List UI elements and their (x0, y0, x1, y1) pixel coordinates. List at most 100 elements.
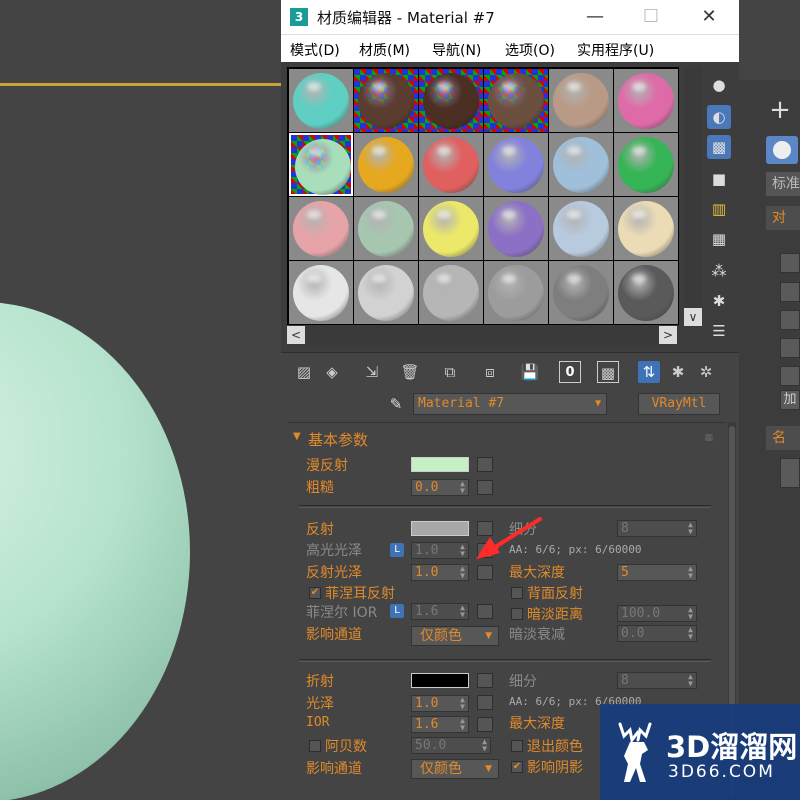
menu-navigation[interactable]: 导航(N) (432, 40, 481, 60)
fresnel-ior-spinner[interactable]: 1.6 ▲ ▼ (411, 603, 469, 620)
fresnel-ior-map-button[interactable] (477, 604, 493, 619)
sample-slot[interactable] (549, 261, 613, 324)
command-panel-button[interactable] (780, 253, 800, 273)
fresnel-ior-lock-button[interactable]: L (390, 604, 404, 618)
scroll-left-button[interactable]: < (287, 326, 305, 344)
slots-vertical-scrollbar[interactable]: ∨ (684, 67, 702, 327)
diffuse-color-swatch[interactable] (411, 457, 469, 472)
reflect-gloss-map-button[interactable] (477, 565, 493, 580)
eyedropper-icon[interactable]: ✎ (385, 393, 407, 415)
sample-slot[interactable] (419, 261, 483, 324)
sample-slot[interactable] (289, 197, 353, 260)
refract-color-swatch[interactable] (411, 673, 469, 688)
maximize-button[interactable]: ☐ (631, 4, 671, 30)
sample-slot[interactable] (354, 197, 418, 260)
hilight-gloss-spinner[interactable]: 1.0 ▲ ▼ (411, 542, 469, 559)
roughness-map-button[interactable] (477, 480, 493, 495)
sample-slot[interactable] (614, 197, 678, 260)
sample-slot[interactable] (484, 197, 548, 260)
sample-slot[interactable] (354, 69, 418, 132)
material-id-channel-icon[interactable]: 0 (559, 361, 581, 383)
scroll-right-button[interactable]: > (659, 326, 677, 344)
menu-options[interactable]: 选项(O) (505, 40, 555, 60)
dim-distance-checkbox[interactable] (511, 608, 523, 620)
material-name-field[interactable]: Material #7 ▼ (413, 393, 607, 415)
show-end-result-icon[interactable]: ⇅ (638, 361, 660, 383)
sample-uv-tiling-icon[interactable]: ■ (707, 167, 731, 191)
sample-slot[interactable] (419, 133, 483, 196)
affect-shadows-checkbox[interactable]: ✔ (511, 761, 523, 773)
sample-slot[interactable] (549, 133, 613, 196)
show-shaded-material-icon[interactable]: ▩ (597, 361, 619, 383)
sample-slot[interactable] (549, 69, 613, 132)
object-type-rollout[interactable]: 对 (766, 206, 800, 230)
make-copy-icon[interactable]: ⧉ (439, 361, 461, 383)
hilight-lock-button[interactable]: L (390, 543, 404, 557)
go-forward-to-sibling-icon[interactable]: ✲ (695, 361, 717, 383)
delete-icon[interactable]: 🗑 (399, 361, 421, 383)
backlight-icon[interactable]: ◐ (707, 105, 731, 129)
geometry-sphere-icon[interactable] (766, 136, 798, 164)
reflect-gloss-spinner[interactable]: 1.0 ▲ ▼ (411, 564, 469, 581)
material-map-navigator-icon[interactable]: ☰ (707, 319, 731, 343)
sample-slot[interactable] (289, 133, 353, 196)
video-color-check-icon[interactable]: ▥ (707, 197, 731, 221)
minimize-button[interactable]: — (575, 4, 615, 30)
refract-subdiv-spinner[interactable]: 8 ▲ ▼ (617, 672, 697, 689)
name-field[interactable] (780, 458, 800, 488)
sample-slot[interactable] (549, 197, 613, 260)
diffuse-map-button[interactable] (477, 457, 493, 472)
command-panel-button[interactable] (780, 310, 800, 330)
sample-slot[interactable] (419, 69, 483, 132)
get-material-icon[interactable]: ▨ (293, 361, 315, 383)
menu-material[interactable]: 材质(M) (359, 40, 410, 60)
sample-slot[interactable] (614, 133, 678, 196)
go-to-parent-icon[interactable]: ✱ (667, 361, 689, 383)
standard-primitives-dropdown[interactable]: 标准 (766, 172, 800, 196)
background-checker-icon[interactable]: ▩ (707, 135, 731, 159)
abbe-spinner[interactable]: 50.0 ▲ ▼ (411, 737, 491, 754)
sample-slot[interactable] (484, 261, 548, 324)
title-bar[interactable]: 3 材质编辑器 - Material #7 — ☐ ✕ (281, 0, 739, 34)
sample-type-sphere-icon[interactable]: ● (707, 73, 731, 97)
options-icon[interactable]: ⁂ (707, 259, 731, 283)
reflect-affect-dropdown[interactable]: 仅颜色 ▼ (411, 626, 499, 646)
put-to-library-icon[interactable]: 💾 (519, 361, 541, 383)
slots-horizontal-scrollbar[interactable]: < > (287, 325, 679, 345)
scroll-down-button[interactable]: ∨ (684, 308, 702, 326)
put-to-scene-icon[interactable]: ◈ (321, 361, 343, 383)
command-panel-button[interactable]: 加 (780, 390, 800, 410)
refract-gloss-map-button[interactable] (477, 695, 493, 710)
make-preview-icon[interactable]: ▦ (707, 227, 731, 251)
sample-slot[interactable] (484, 133, 548, 196)
ior-map-button[interactable] (477, 717, 493, 732)
command-panel-button[interactable] (780, 282, 800, 302)
sample-slot[interactable] (289, 261, 353, 324)
sample-slot[interactable] (354, 261, 418, 324)
command-panel-button[interactable] (780, 338, 800, 358)
select-by-material-icon[interactable]: ✱ (707, 289, 731, 313)
back-reflect-checkbox[interactable] (511, 587, 523, 599)
make-unique-icon[interactable]: ⧈ (479, 361, 501, 383)
refract-affect-dropdown[interactable]: 仅颜色 ▼ (411, 759, 499, 779)
sample-slot[interactable] (289, 69, 353, 132)
reflect-max-depth-spinner[interactable]: 5 ▲ ▼ (617, 564, 697, 581)
name-color-rollout[interactable]: 名 (766, 426, 800, 450)
dim-falloff-spinner[interactable]: 0.0 ▲ ▼ (617, 625, 697, 642)
refract-gloss-spinner[interactable]: 1.0 ▲ ▼ (411, 695, 469, 712)
reflect-subdiv-spinner[interactable]: 8 ▲ ▼ (617, 520, 697, 537)
assign-to-selection-icon[interactable]: ⇲ (361, 361, 383, 383)
menu-mode[interactable]: 模式(D) (290, 40, 340, 60)
command-panel-button[interactable] (780, 366, 800, 386)
dim-distance-spinner[interactable]: 100.0 ▲ ▼ (617, 605, 697, 622)
close-button[interactable]: ✕ (689, 4, 729, 30)
material-type-button[interactable]: VRayMtl (638, 393, 720, 415)
sample-slot[interactable] (484, 69, 548, 132)
refract-map-button[interactable] (477, 673, 493, 688)
menu-utilities[interactable]: 实用程序(U) (577, 40, 654, 60)
sample-slot[interactable] (354, 133, 418, 196)
sample-slot[interactable] (419, 197, 483, 260)
fresnel-checkbox[interactable]: ✔ (309, 587, 321, 599)
ior-spinner[interactable]: 1.6 ▲ ▼ (411, 716, 469, 733)
sample-slot[interactable] (614, 261, 678, 324)
